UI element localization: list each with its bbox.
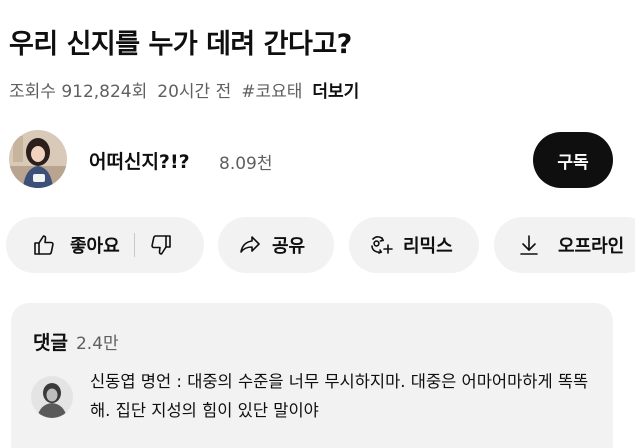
comments-count: 2.4만 [75,334,119,354]
commenter-avatar [31,376,73,418]
like-button[interactable]: 좋아요 [70,232,120,258]
hashtag-link[interactable]: #코요태 [241,77,302,102]
video-meta[interactable]: 조회수 912,824회 20시간 전 #코요태 더보기 [9,77,359,102]
action-bar: 좋아요 공유 리믹스 오프라인 [0,217,635,273]
channel-name[interactable]: 어떠신지?!? [89,147,190,174]
like-dislike-pill: 좋아요 [6,217,204,273]
like-divider [133,233,135,257]
share-label: 공유 [272,236,306,257]
subscribe-button[interactable]: 구독 [533,132,613,188]
subscriber-count: 8.09천 [219,154,273,174]
share-button[interactable]: 공유 [218,217,334,273]
offline-label: 오프라인 [558,236,625,257]
video-title: 우리 신지를 누가 데려 간다고? [9,29,352,60]
comments-title: 댓글 [33,332,68,354]
more-button[interactable]: 더보기 [312,77,359,102]
download-icon [520,235,538,255]
thumbs-up-icon[interactable] [32,233,56,257]
top-comment-text: 신동엽 명언 : 대중의 수준을 너무 무시하지마. 대중은 어마어마하게 똑똑… [90,372,589,420]
comments-header: 댓글 2.4만 [33,328,119,355]
comments-card[interactable]: 댓글 2.4만 신동엽 명언 : 대중의 수준을 너무 무시하지마. 대중은 어… [11,303,613,448]
remix-button[interactable]: 리믹스 [349,217,479,273]
share-arrow-icon [240,236,260,253]
offline-button[interactable]: 오프라인 [494,217,635,273]
remix-label: 리믹스 [403,236,453,257]
remix-icon [371,236,393,254]
view-count: 조회수 912,824회 [9,82,148,102]
thumbs-down-icon[interactable] [149,233,173,257]
upload-age: 20시간 전 [157,82,232,102]
channel-row: 어떠신지?!? 8.09천 구독 [9,130,629,190]
channel-avatar[interactable] [9,130,67,188]
